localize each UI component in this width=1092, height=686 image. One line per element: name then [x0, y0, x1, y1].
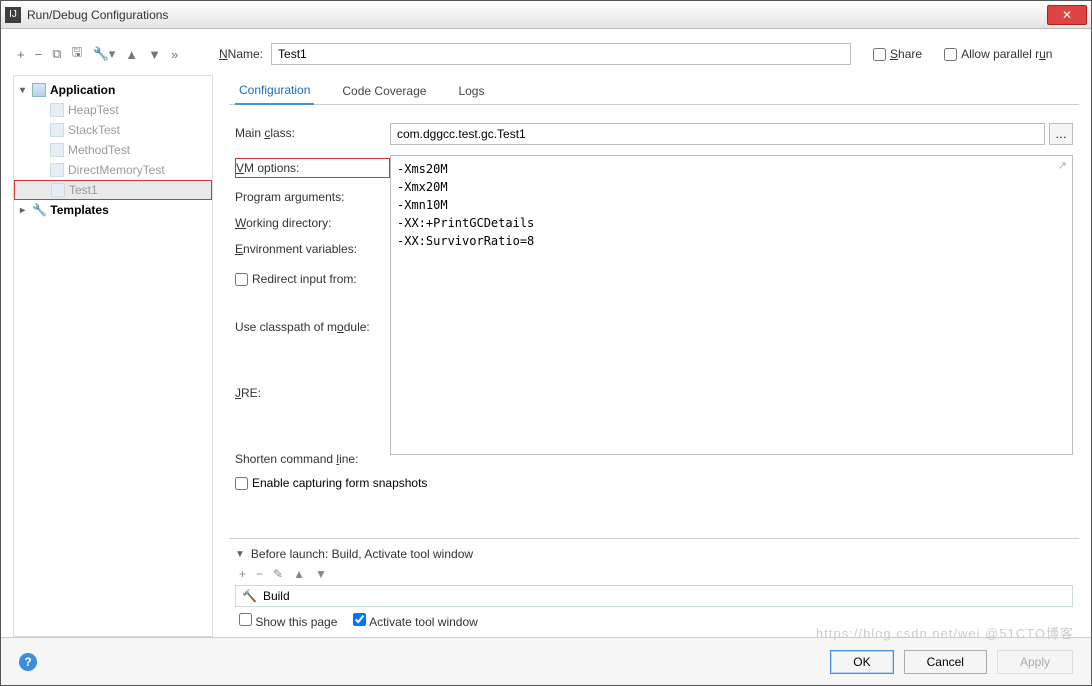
config-tree[interactable]: ▾Application HeapTest StackTest MethodTe… — [13, 75, 213, 637]
bl-remove-icon[interactable]: − — [256, 567, 263, 581]
chevron-down-icon: ▼ — [235, 549, 245, 560]
tree-item-test1[interactable]: Test1 — [14, 180, 212, 200]
remove-icon[interactable]: − — [35, 47, 43, 62]
bl-add-icon[interactable]: + — [239, 567, 246, 581]
working-dir-label: Working directory: — [235, 216, 390, 230]
ok-button[interactable]: OK — [830, 650, 893, 674]
classpath-label: Use classpath of module: — [235, 320, 390, 334]
program-args-label: Program arguments: — [235, 190, 390, 204]
tree-item-stacktest[interactable]: StackTest — [14, 120, 212, 140]
tree-node-application[interactable]: ▾Application — [14, 80, 212, 100]
move-down-icon[interactable]: ▼ — [148, 47, 161, 62]
enable-capturing-checkbox[interactable]: Enable capturing form snapshots — [235, 476, 1073, 490]
move-up-icon[interactable]: ▲ — [125, 47, 138, 62]
browse-main-class-button[interactable]: … — [1049, 123, 1073, 145]
name-input[interactable] — [271, 43, 851, 65]
vm-options-input[interactable] — [390, 155, 1073, 455]
main-class-label: Main class: — [235, 123, 390, 140]
main-class-input[interactable] — [390, 123, 1045, 145]
bl-edit-icon[interactable]: ✎ — [273, 567, 283, 581]
expand-field-icon[interactable]: ↗ — [1058, 159, 1067, 172]
cancel-button[interactable]: Cancel — [904, 650, 987, 674]
hammer-icon: 🔨 — [242, 589, 257, 603]
tabs: Configuration Code Coverage Logs — [229, 75, 1079, 105]
vm-options-label: VM options: — [235, 158, 390, 178]
apply-button[interactable]: Apply — [997, 650, 1073, 674]
tab-code-coverage[interactable]: Code Coverage — [338, 78, 430, 104]
shorten-label: Shorten command line: — [235, 452, 390, 466]
wrench-icon: 🔧 — [32, 203, 47, 217]
before-launch-item[interactable]: 🔨 Build — [235, 585, 1073, 607]
window-title: Run/Debug Configurations — [27, 8, 168, 22]
jre-label: JRE: — [235, 386, 390, 400]
copy-icon[interactable]: ⧉ — [52, 46, 61, 62]
expand-icon[interactable]: » — [171, 47, 178, 62]
tab-configuration[interactable]: Configuration — [235, 77, 314, 105]
bl-up-icon[interactable]: ▲ — [293, 567, 305, 581]
redirect-input-checkbox[interactable]: Redirect input from: — [235, 272, 390, 286]
tree-item-heaptest[interactable]: HeapTest — [14, 100, 212, 120]
name-label: NName: — [219, 47, 263, 61]
title-bar: IJ Run/Debug Configurations ✕ — [1, 1, 1091, 29]
tree-node-templates[interactable]: ▸🔧 Templates — [14, 200, 212, 220]
add-icon[interactable]: + — [17, 47, 25, 62]
tree-item-directmemorytest[interactable]: DirectMemoryTest — [14, 160, 212, 180]
dialog-window: IJ Run/Debug Configurations ✕ + − ⧉ 🖫 🔧▾… — [0, 0, 1092, 686]
app-icon: IJ — [5, 7, 21, 23]
help-icon[interactable]: ? — [19, 653, 37, 671]
allow-parallel-checkbox[interactable]: Allow parallel run — [944, 47, 1052, 61]
tree-item-methodtest[interactable]: MethodTest — [14, 140, 212, 160]
bl-down-icon[interactable]: ▼ — [315, 567, 327, 581]
before-launch-header[interactable]: ▼ Before launch: Build, Activate tool wi… — [235, 547, 1073, 561]
wrench-icon[interactable]: 🔧▾ — [93, 46, 116, 62]
activate-tool-window-checkbox[interactable]: Activate tool window — [353, 613, 477, 629]
share-checkbox[interactable]: Share — [873, 47, 922, 61]
config-toolbar: + − ⧉ 🖫 🔧▾ ▲ ▼ » — [13, 43, 213, 65]
tab-logs[interactable]: Logs — [454, 78, 488, 104]
save-icon[interactable]: 🖫 — [71, 43, 82, 65]
show-this-page-checkbox[interactable]: Show this page — [239, 613, 337, 629]
close-icon[interactable]: ✕ — [1047, 5, 1087, 25]
env-vars-label: Environment variables: — [235, 242, 390, 256]
